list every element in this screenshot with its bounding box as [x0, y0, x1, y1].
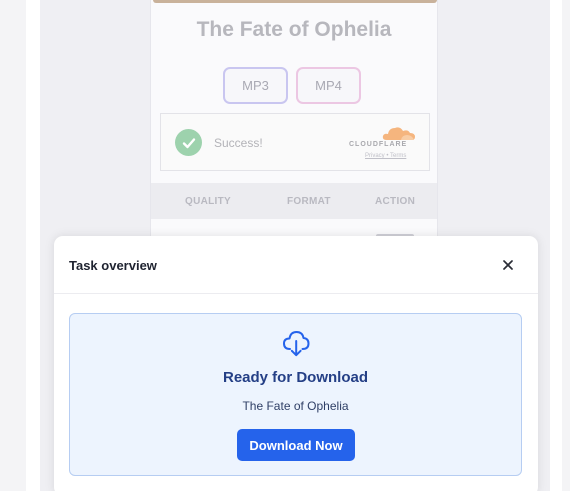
- captcha-widget[interactable]: Success! CLOUDFLARE Privacy • Terms: [160, 113, 430, 171]
- download-card: Ready for Download The Fate of Ophelia D…: [69, 313, 522, 476]
- table-header: QUALITY FORMAT ACTION: [151, 183, 437, 219]
- task-overview-modal: Task overview Ready for Download The Fat…: [54, 236, 538, 491]
- format-mp4-button[interactable]: MP4: [296, 67, 361, 104]
- modal-divider: [54, 293, 538, 294]
- thumbnail-image: [153, 0, 437, 3]
- close-icon: [503, 260, 513, 270]
- download-file-name: The Fate of Ophelia: [242, 399, 349, 413]
- captcha-links[interactable]: Privacy • Terms: [365, 153, 406, 159]
- close-button[interactable]: [498, 255, 518, 275]
- captcha-status: Success!: [214, 136, 263, 150]
- format-mp3-button[interactable]: MP3: [223, 67, 288, 104]
- check-icon: [175, 129, 202, 156]
- song-title: The Fate of Ophelia: [196, 18, 392, 41]
- cloudflare-logo: [382, 127, 415, 140]
- download-now-button[interactable]: Download Now: [237, 429, 355, 461]
- cloud-download-icon: [283, 331, 310, 357]
- column-header-format: FORMAT: [287, 196, 331, 207]
- page: The Fate of Ophelia MP3 MP4 Success! CLO…: [0, 0, 570, 491]
- cloudflare-brand: CLOUDFLARE: [349, 141, 408, 148]
- column-header-quality: QUALITY: [185, 196, 231, 207]
- download-heading: Ready for Download: [222, 369, 368, 386]
- column-header-action: ACTION: [375, 196, 416, 207]
- modal-title: Task overview: [69, 258, 157, 273]
